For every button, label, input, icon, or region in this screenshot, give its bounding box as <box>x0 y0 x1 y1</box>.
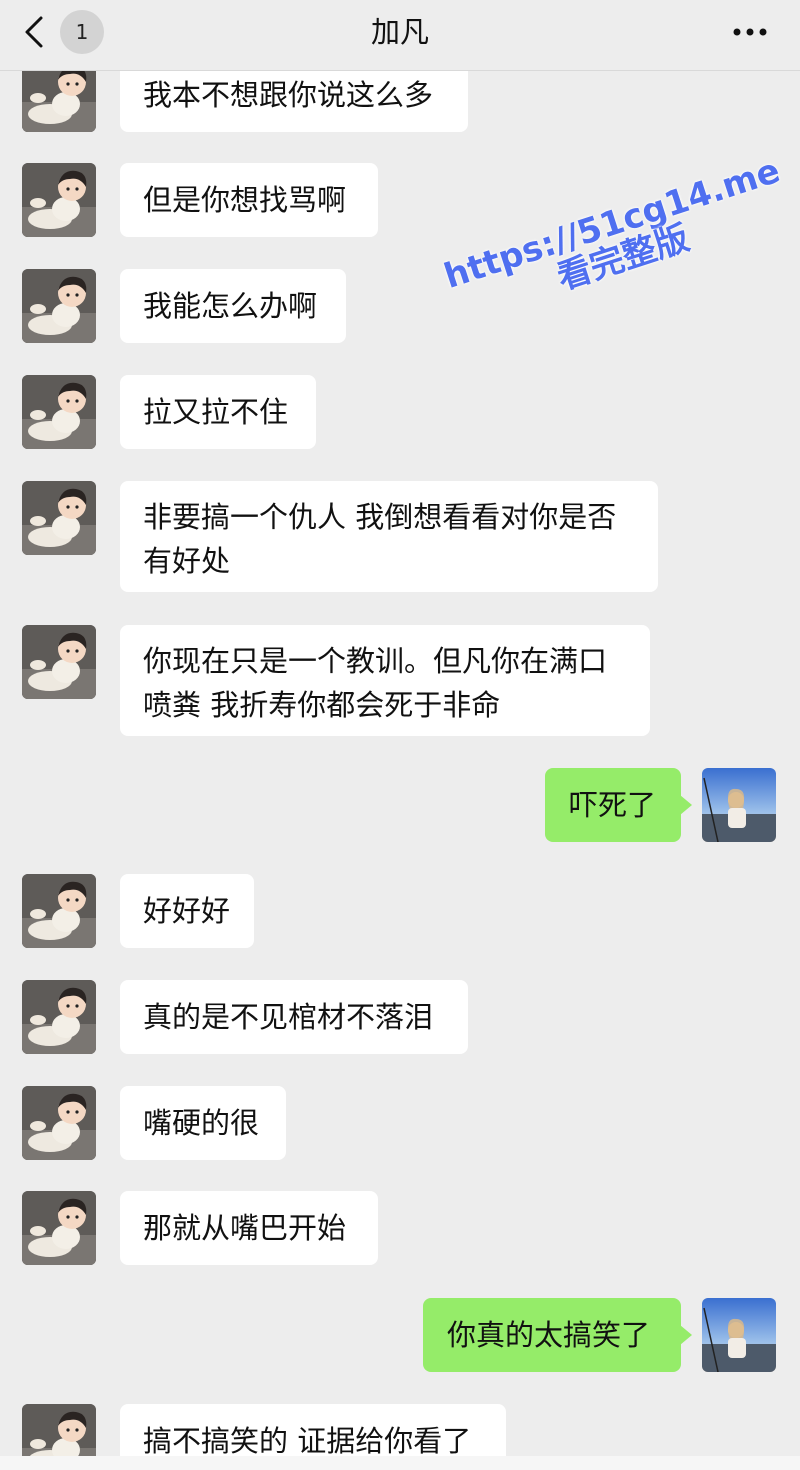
message-text: 我能怎么办啊 <box>143 289 318 323</box>
contact-avatar[interactable] <box>22 625 96 699</box>
chat-header: 1 加凡 <box>0 0 800 71</box>
contact-avatar[interactable] <box>22 481 96 555</box>
message-bubble-outgoing[interactable]: 吓死了 <box>545 768 692 842</box>
contact-avatar[interactable] <box>22 1086 96 1160</box>
message-text-line: 喷粪 我折寿你都会死于非命 <box>143 688 501 722</box>
contact-avatar[interactable] <box>22 1191 96 1265</box>
message-bubble[interactable]: 你现在只是一个教训。但凡你在满口 喷粪 我折寿你都会死于非命 <box>120 625 650 736</box>
message-text: 真的是不见棺材不落泪 <box>143 1000 434 1034</box>
watermark: https://51cg14.me 看完整版 <box>430 148 800 335</box>
message-text: 吓死了 <box>569 788 657 822</box>
message-text: 嘴硬的很 <box>143 1106 260 1140</box>
more-dots-icon <box>733 28 767 36</box>
message-text-line: 有好处 <box>143 544 231 578</box>
message-row: 搞不搞笑的 证据给你看了 <box>0 1404 800 1456</box>
message-bubble[interactable]: 非要搞一个仇人 我倒想看看对你是否 有好处 <box>120 481 658 592</box>
my-avatar[interactable] <box>702 768 776 842</box>
message-bubble-outgoing[interactable]: 你真的太搞笑了 <box>423 1298 692 1372</box>
contact-avatar[interactable] <box>22 1404 96 1456</box>
message-text: 你真的太搞笑了 <box>447 1318 651 1352</box>
contact-avatar[interactable] <box>22 980 96 1054</box>
message-text: 拉又拉不住 <box>143 395 289 429</box>
message-bubble[interactable]: 拉又拉不住 <box>120 375 316 449</box>
more-options-button[interactable] <box>730 12 770 52</box>
message-bubble[interactable]: 好好好 <box>120 874 254 948</box>
contact-avatar[interactable] <box>22 375 96 449</box>
message-bubble[interactable]: 但是你想找骂啊 <box>120 163 378 237</box>
contact-avatar[interactable] <box>22 163 96 237</box>
contact-avatar[interactable] <box>22 269 96 343</box>
message-text-line: 非要搞一个仇人 我倒想看看对你是否 <box>143 500 617 534</box>
message-text: 那就从嘴巴开始 <box>143 1211 347 1245</box>
message-text: 好好好 <box>143 894 231 928</box>
bottom-edge <box>0 1456 800 1470</box>
message-bubble[interactable]: 真的是不见棺材不落泪 <box>120 980 468 1054</box>
message-bubble[interactable]: 那就从嘴巴开始 <box>120 1191 378 1265</box>
contact-avatar[interactable] <box>22 874 96 948</box>
message-text: 但是你想找骂啊 <box>143 183 347 217</box>
message-bubble[interactable]: 我能怎么办啊 <box>120 269 346 343</box>
my-avatar[interactable] <box>702 1298 776 1372</box>
message-bubble[interactable]: 嘴硬的很 <box>120 1086 286 1160</box>
message-text: 我本不想跟你说这么多 <box>143 78 434 112</box>
message-text: 搞不搞笑的 证据给你看了 <box>143 1424 472 1456</box>
message-bubble[interactable]: 搞不搞笑的 证据给你看了 <box>120 1404 506 1456</box>
chat-title: 加凡 <box>370 15 429 49</box>
message-text-line: 你现在只是一个教训。但凡你在满口 <box>143 644 608 678</box>
